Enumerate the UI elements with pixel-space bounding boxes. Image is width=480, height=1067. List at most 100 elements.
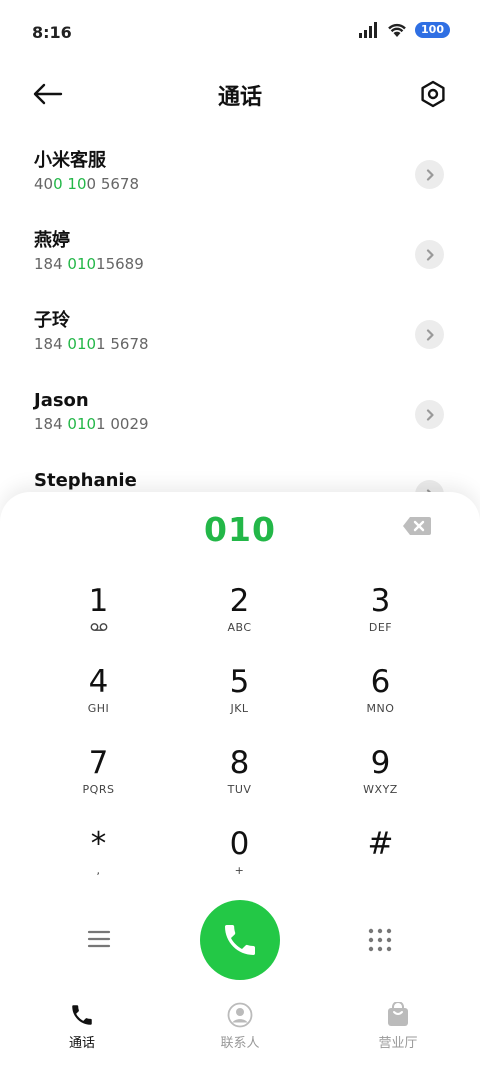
key-4[interactable]: 4 GHI xyxy=(28,665,169,746)
status-icons: 100 xyxy=(359,22,450,38)
contact-number: 184 01015689 xyxy=(34,254,480,274)
key-letters: + xyxy=(234,864,245,877)
nav-label: 联系人 xyxy=(220,1036,260,1051)
dialpad-keys: 1 2 ABC 3 DEF 4 GHI 5 JKL 6 MNO 7 PQRS 8… xyxy=(28,584,452,908)
key-digit: * xyxy=(90,826,107,862)
settings-button[interactable] xyxy=(418,78,448,110)
keypad-toggle-button[interactable] xyxy=(367,927,393,953)
dialer-actions xyxy=(0,900,480,980)
contact-name: 燕婷 xyxy=(34,230,70,251)
number-part: 40 xyxy=(34,175,54,193)
contact-detail-button[interactable] xyxy=(415,160,444,189)
contact-list: 小米客服 400 100 5678 燕婷 184 01015689 子玲 184… xyxy=(0,134,480,534)
contact-name: 小米客服 xyxy=(34,150,106,171)
key-digit: 3 xyxy=(370,583,391,619)
number-match: 010 xyxy=(67,415,97,433)
key-letters: GHI xyxy=(87,702,110,715)
key-star[interactable]: * , xyxy=(28,827,169,908)
number-part: 1 5678 xyxy=(96,335,149,353)
status-time: 8:16 xyxy=(32,23,72,42)
chevron-right-icon xyxy=(426,408,434,421)
contact-detail-button[interactable] xyxy=(415,320,444,349)
nav-tab-contacts[interactable]: 联系人 xyxy=(200,1002,280,1051)
chevron-right-icon xyxy=(426,328,434,341)
status-bar: 8:16 100 xyxy=(0,0,480,66)
key-letters: , xyxy=(96,864,101,877)
battery-indicator: 100 xyxy=(415,22,450,38)
key-5[interactable]: 5 JKL xyxy=(169,665,310,746)
backspace-icon xyxy=(403,517,431,535)
header: 通话 xyxy=(0,66,480,122)
key-2[interactable]: 2 ABC xyxy=(169,584,310,665)
number-part: 0 5678 xyxy=(86,175,140,193)
key-letters: JKL xyxy=(230,702,249,715)
voicemail-icon xyxy=(90,622,108,634)
key-digit: 1 xyxy=(88,583,109,619)
hamburger-menu-icon xyxy=(87,930,111,948)
contact-name: Jason xyxy=(34,390,89,411)
contact-detail-button[interactable] xyxy=(415,240,444,269)
contact-detail-button[interactable] xyxy=(415,400,444,429)
settings-icon xyxy=(421,80,445,108)
key-8[interactable]: 8 TUV xyxy=(169,746,310,827)
key-digit: 7 xyxy=(88,745,109,781)
chevron-right-icon xyxy=(426,168,434,181)
contact-name: Stephanie xyxy=(34,470,137,491)
number-match: 010 xyxy=(67,335,97,353)
number-match: 010 xyxy=(67,255,97,273)
contact-row[interactable]: Jason 184 0101 0029 xyxy=(0,374,480,454)
key-digit: 6 xyxy=(370,664,391,700)
key-letters: TUV xyxy=(227,783,252,796)
number-part: 184 xyxy=(34,415,68,433)
key-3[interactable]: 3 DEF xyxy=(310,584,451,665)
contact-name: 子玲 xyxy=(34,310,70,331)
key-digit: 8 xyxy=(229,745,250,781)
signal-icon xyxy=(359,22,378,38)
key-digit: 2 xyxy=(229,583,250,619)
shopping-bag-icon xyxy=(388,1002,408,1026)
bottom-nav: 通话 联系人 营业厅 xyxy=(0,992,480,1067)
key-letters: WXYZ xyxy=(363,783,398,796)
key-digit: 0 xyxy=(229,826,250,862)
phone-icon xyxy=(225,925,255,955)
number-part: 184 xyxy=(34,335,68,353)
number-part: 184 xyxy=(34,255,68,273)
contact-number: 400 100 5678 xyxy=(34,174,480,194)
number-part: 1 0029 xyxy=(96,415,149,433)
key-letters: DEF xyxy=(368,621,393,634)
key-digit: 4 xyxy=(88,664,109,700)
nav-label: 营业厅 xyxy=(378,1036,418,1051)
wifi-icon xyxy=(388,23,406,37)
key-digit: 9 xyxy=(370,745,391,781)
dialpad-grid-icon xyxy=(368,928,392,952)
call-button[interactable] xyxy=(200,900,280,980)
number-match: 10 xyxy=(67,175,87,193)
contact-number: 184 0101 0029 xyxy=(34,414,480,434)
contact-number: 184 0101 5678 xyxy=(34,334,480,354)
nav-tab-service-hall[interactable]: 营业厅 xyxy=(358,1002,438,1051)
number-part: 15689 xyxy=(96,255,144,273)
menu-button[interactable] xyxy=(86,926,112,952)
key-digit: # xyxy=(367,826,394,862)
contact-row[interactable]: 小米客服 400 100 5678 xyxy=(0,134,480,214)
nav-label: 通话 xyxy=(68,1036,95,1051)
key-0[interactable]: 0 + xyxy=(169,827,310,908)
chevron-right-icon xyxy=(426,248,434,261)
key-hash[interactable]: # xyxy=(310,827,451,908)
contact-row[interactable]: 子玲 184 0101 5678 xyxy=(0,294,480,374)
key-letters: PQRS xyxy=(82,783,115,796)
number-match: 0 xyxy=(53,175,63,193)
key-letters: ABC xyxy=(227,621,252,634)
dialpad-panel: 010 1 2 ABC 3 DEF 4 GHI 5 JKL 6 MNO 7 PQ… xyxy=(0,492,480,992)
contact-row[interactable]: 燕婷 184 01015689 xyxy=(0,214,480,294)
contact-avatar-icon xyxy=(227,1002,253,1028)
key-1[interactable]: 1 xyxy=(28,584,169,665)
key-9[interactable]: 9 WXYZ xyxy=(310,746,451,827)
phone-icon xyxy=(72,1005,92,1025)
key-7[interactable]: 7 PQRS xyxy=(28,746,169,827)
key-digit: 5 xyxy=(229,664,250,700)
nav-tab-calls[interactable]: 通话 xyxy=(42,1002,122,1051)
delete-button[interactable] xyxy=(402,516,432,540)
key-letters: MNO xyxy=(366,702,395,715)
key-6[interactable]: 6 MNO xyxy=(310,665,451,746)
